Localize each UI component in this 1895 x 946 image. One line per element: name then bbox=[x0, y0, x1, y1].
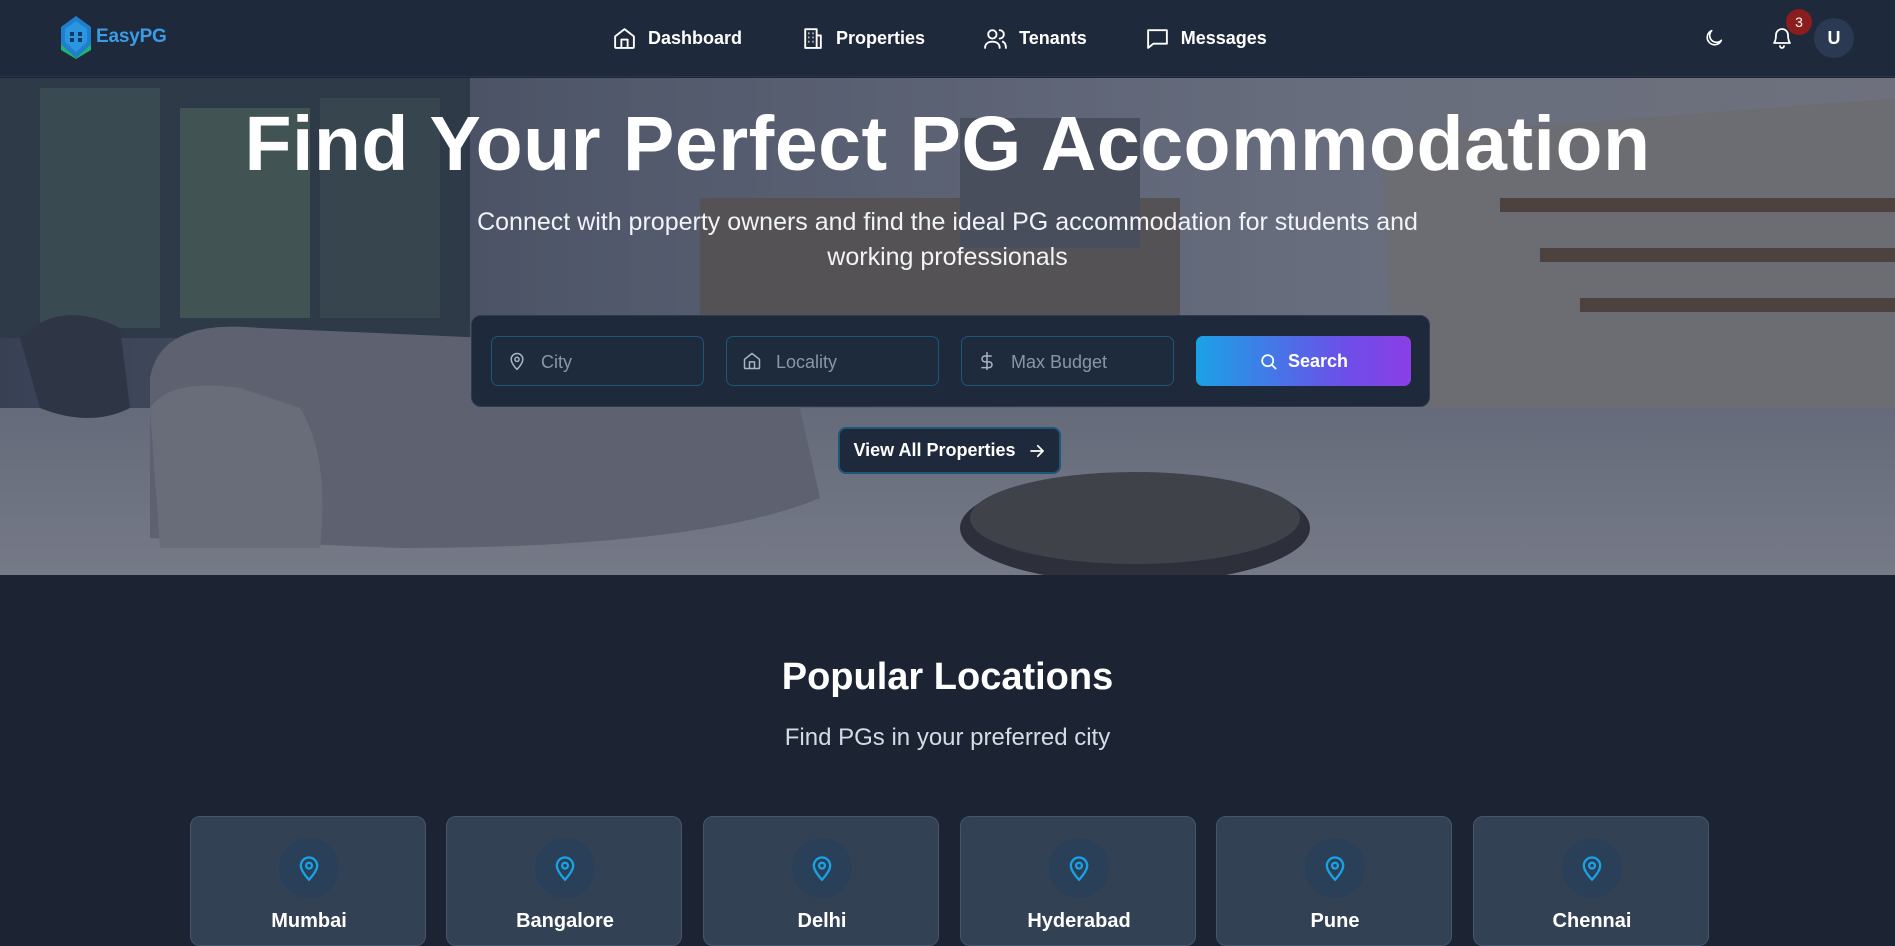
city-card-hyderabad[interactable]: Hyderabad bbox=[960, 816, 1196, 946]
view-all-label: View All Properties bbox=[853, 440, 1016, 460]
home-icon bbox=[614, 28, 635, 49]
nav-messages[interactable]: Messages bbox=[1145, 26, 1267, 51]
message-icon bbox=[1146, 29, 1168, 49]
city-name: Chennai bbox=[1552, 910, 1632, 932]
city-card-bangalore[interactable]: Bangalore bbox=[446, 816, 682, 946]
search-button[interactable]: Search bbox=[1196, 336, 1411, 386]
nav-properties[interactable]: Properties bbox=[800, 26, 925, 51]
city-name: Hyderabad bbox=[1027, 910, 1131, 932]
nav-messages-label: Messages bbox=[1180, 28, 1267, 48]
notification-badge: 3 bbox=[1786, 9, 1812, 35]
nav-dashboard[interactable]: Dashboard bbox=[612, 26, 742, 51]
locality-field[interactable] bbox=[726, 336, 939, 386]
arrow-right-icon bbox=[1029, 444, 1044, 457]
city-icon-wrap bbox=[1049, 838, 1109, 898]
map-pin-icon bbox=[510, 352, 524, 371]
city-card-chennai[interactable]: Chennai bbox=[1473, 816, 1709, 946]
city-name: Pune bbox=[1310, 910, 1360, 932]
map-pin-icon bbox=[812, 856, 832, 882]
main-nav: Dashboard Properties Tenants Messages bbox=[612, 0, 1325, 77]
brand-name: EasyPG bbox=[96, 26, 167, 47]
city-icon-wrap bbox=[279, 838, 339, 898]
building-icon bbox=[804, 28, 822, 49]
city-card-mumbai[interactable]: Mumbai bbox=[190, 816, 426, 946]
nav-tenants[interactable]: Tenants bbox=[983, 26, 1087, 51]
locality-input[interactable] bbox=[776, 349, 931, 375]
city-card-pune[interactable]: Pune bbox=[1216, 816, 1452, 946]
home-icon bbox=[743, 352, 761, 370]
nav-properties-label: Properties bbox=[836, 28, 926, 48]
popular-locations-title: Popular Locations bbox=[781, 656, 1114, 698]
popular-locations-subtitle: Find PGs in your preferred city bbox=[784, 724, 1111, 751]
nav-tenants-label: Tenants bbox=[1019, 28, 1087, 48]
budget-input[interactable] bbox=[1011, 349, 1166, 375]
city-icon-wrap bbox=[535, 838, 595, 898]
city-icon-wrap bbox=[792, 838, 852, 898]
city-name: Delhi bbox=[797, 910, 847, 932]
search-panel: Search bbox=[471, 315, 1430, 407]
city-name: Mumbai bbox=[271, 910, 347, 932]
city-field[interactable] bbox=[491, 336, 704, 386]
notifications-button[interactable]: 3 bbox=[1762, 9, 1812, 58]
city-card-list: Mumbai Bangalore Delhi Hyderabad Pune Ch… bbox=[190, 816, 1710, 946]
hero-title: Find Your Perfect PG Accommodation bbox=[244, 101, 1651, 187]
city-name: Bangalore bbox=[516, 910, 614, 932]
map-pin-icon bbox=[1582, 856, 1602, 882]
theme-toggle-button[interactable] bbox=[1694, 18, 1734, 58]
top-navbar: EasyPG Dashboard Properties Tenants Mess… bbox=[0, 0, 1895, 77]
users-icon bbox=[984, 29, 1007, 49]
map-pin-icon bbox=[299, 856, 319, 882]
city-input[interactable] bbox=[541, 349, 696, 375]
brand-logo-link[interactable]: EasyPG bbox=[58, 14, 167, 60]
budget-field[interactable] bbox=[961, 336, 1174, 386]
hero-section: Find Your Perfect PG Accommodation Conne… bbox=[0, 78, 1895, 575]
search-icon bbox=[1261, 353, 1277, 369]
dollar-icon bbox=[981, 351, 993, 371]
city-icon-wrap bbox=[1562, 838, 1622, 898]
city-card-delhi[interactable]: Delhi bbox=[703, 816, 939, 946]
user-avatar[interactable]: U bbox=[1814, 18, 1854, 58]
search-button-label: Search bbox=[1287, 350, 1349, 371]
map-pin-icon bbox=[1325, 856, 1345, 882]
city-icon-wrap bbox=[1305, 838, 1365, 898]
moon-icon bbox=[1706, 29, 1723, 46]
nav-dashboard-label: Dashboard bbox=[648, 28, 743, 48]
hero-subtitle: Connect with property owners and find th… bbox=[477, 208, 1418, 271]
view-all-properties-button[interactable]: View All Properties bbox=[838, 427, 1061, 474]
house-logo-icon bbox=[61, 16, 91, 59]
map-pin-icon bbox=[555, 856, 575, 882]
map-pin-icon bbox=[1069, 856, 1089, 882]
